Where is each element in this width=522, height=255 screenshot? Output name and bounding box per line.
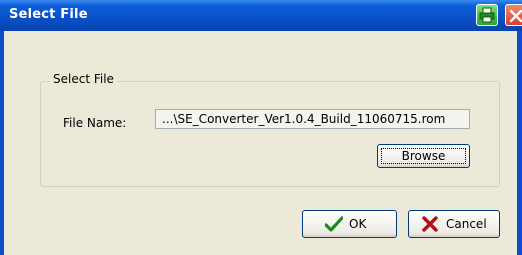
checkmark-icon [325,216,343,232]
browse-button-label: Browse [381,148,466,164]
select-file-group [40,81,500,187]
ok-button[interactable]: OK [302,210,397,238]
close-icon [509,9,522,23]
close-button[interactable] [505,4,522,26]
title-bar[interactable]: Select File [0,0,522,31]
printer-icon[interactable] [476,4,498,26]
window-title: Select File [9,7,88,22]
x-icon [422,216,438,232]
ok-label: OK [349,217,367,231]
file-name-label: File Name: [63,116,127,130]
file-name-field[interactable]: ...\SE_Converter_Ver1.0.4_Build_11060715… [155,109,470,129]
window-border-left [0,31,4,255]
cancel-label: Cancel [446,217,487,231]
browse-button[interactable]: Browse [377,144,470,168]
window-border-right [517,31,522,255]
group-label: Select File [50,72,117,86]
cancel-button[interactable]: Cancel [408,210,500,238]
